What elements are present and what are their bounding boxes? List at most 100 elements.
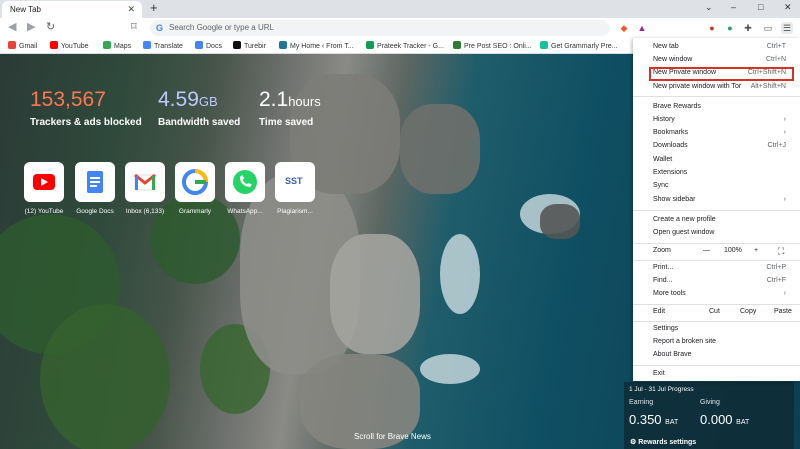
menu-separator xyxy=(633,304,800,305)
toolbar: ◀ ▶ ↻ ⌑ G Search Google or type a URL ◆ … xyxy=(0,18,800,38)
earning-value: 0.350 BAT xyxy=(629,412,679,427)
zoom-level: 100% xyxy=(724,247,742,254)
bandwidth-value: 4.59 xyxy=(158,88,199,111)
tab-title: New Tab xyxy=(10,5,41,14)
menu-item-report-broken-site[interactable]: Report a broken site xyxy=(633,336,800,349)
menu-item-guest-window[interactable]: Open guest window xyxy=(633,227,800,240)
close-window-button[interactable]: ✕ xyxy=(784,2,792,13)
trackers-blocked-label: Trackers & ads blocked xyxy=(30,117,142,128)
menu-item-bookmarks[interactable]: Bookmarks › xyxy=(633,127,800,140)
forward-icon[interactable]: ▶ xyxy=(27,21,35,33)
menu-item-edit: Edit Cut Copy Paste xyxy=(653,308,792,315)
new-tab-button[interactable]: + xyxy=(150,1,158,15)
menu-separator xyxy=(633,321,800,322)
time-unit: hours xyxy=(288,94,321,109)
top-site-whatsapp[interactable] xyxy=(225,162,265,202)
tab-close-icon[interactable]: ✕ xyxy=(127,4,135,15)
top-site-label: (12) YouTube xyxy=(24,208,64,215)
brave-shields-icon[interactable]: ◆ xyxy=(618,22,630,34)
fullscreen-icon[interactable]: ⛶ xyxy=(778,246,784,257)
bookmark-grammarly[interactable]: Get Grammarly Pre... xyxy=(540,41,618,50)
time-saved-value: 2.1hours xyxy=(259,88,321,112)
menu-item-zoom: Zoom — 100% + ⛶ xyxy=(653,246,785,257)
rewards-period: 1 Jul - 31 Jul Progress xyxy=(629,386,694,393)
extensions-puzzle-icon[interactable]: ✚ xyxy=(742,22,754,34)
time-saved-label: Time saved xyxy=(259,117,314,128)
tab-new-tab[interactable]: New Tab ✕ xyxy=(2,1,142,18)
omnibox[interactable]: G Search Google or type a URL xyxy=(150,20,610,36)
menu-item-extensions[interactable]: Extensions xyxy=(633,167,800,180)
menu-icon[interactable]: ☰ xyxy=(781,22,793,34)
top-site-gmail[interactable] xyxy=(125,162,165,202)
rewards-widget: 1 Jul - 31 Jul Progress Earning Giving 0… xyxy=(624,382,794,449)
bandwidth-saved-value: 4.59GB xyxy=(158,88,218,112)
wallet-icon[interactable]: ▭ xyxy=(762,22,774,34)
maximize-button[interactable]: □ xyxy=(758,2,763,12)
youtube-icon xyxy=(50,41,58,49)
menu-item-print[interactable]: Print... Ctrl+P xyxy=(633,262,800,275)
bookmark-translate[interactable]: Translate xyxy=(143,41,183,50)
omnibox-placeholder: Search Google or type a URL xyxy=(169,23,274,32)
menu-item-new-tab[interactable]: New tab Ctrl+T xyxy=(633,41,800,54)
menu-item-exit[interactable]: Exit xyxy=(633,368,800,381)
menu-item-sync[interactable]: Sync xyxy=(633,180,800,193)
zoom-in-button[interactable]: + xyxy=(754,247,758,254)
gear-icon: ⚙ xyxy=(630,439,637,446)
menu-item-show-sidebar[interactable]: Show sidebar › xyxy=(633,194,800,207)
top-site-google-docs[interactable] xyxy=(75,162,115,202)
top-site-youtube[interactable] xyxy=(24,162,64,202)
earning-label: Earning xyxy=(629,399,654,406)
menu-item-settings[interactable]: Settings xyxy=(633,323,800,336)
extension-icon[interactable]: ● xyxy=(706,22,718,34)
title-bar: New Tab ✕ + ⌄ – □ ✕ xyxy=(0,0,800,18)
menu-item-brave-rewards[interactable]: Brave Rewards xyxy=(633,101,800,114)
bookmark-pre-post-seo[interactable]: Pre Post SEO : Onli... xyxy=(453,41,532,50)
maps-icon xyxy=(103,41,111,49)
bandwidth-unit: GB xyxy=(198,94,218,109)
menu-item-more-tools[interactable]: More tools › xyxy=(633,288,800,301)
rewards-settings-link[interactable]: ⚙ Rewards settings xyxy=(630,438,696,446)
copy-button[interactable]: Copy xyxy=(740,308,756,315)
bookmark-youtube[interactable]: YouTube xyxy=(50,41,89,50)
brave-rewards-icon[interactable]: ▲ xyxy=(636,22,648,34)
chevron-right-icon: › xyxy=(783,196,786,203)
grammarly-extension-icon[interactable]: ● xyxy=(724,22,736,34)
giving-label: Giving xyxy=(700,399,720,406)
reload-icon[interactable]: ↻ xyxy=(46,21,55,33)
grammarly-icon xyxy=(182,169,208,195)
bookmark-maps[interactable]: Maps xyxy=(103,41,131,50)
top-site-label: Grammarly xyxy=(178,208,212,215)
youtube-icon xyxy=(33,174,55,190)
bookmark-prateek-tracker[interactable]: Prateek Tracker - G... xyxy=(366,41,444,50)
menu-item-downloads[interactable]: Downloads Ctrl+J xyxy=(633,140,800,153)
docs-icon xyxy=(87,171,103,193)
top-site-label: Inbox (6,133) xyxy=(125,208,165,215)
bookmark-my-home[interactable]: My Home ‹ From T... xyxy=(279,41,354,50)
menu-item-find[interactable]: Find... Ctrl+F xyxy=(633,275,800,288)
grammarly-icon xyxy=(540,41,548,49)
top-site-plagiarism[interactable]: SST xyxy=(275,162,315,202)
top-site-grammarly[interactable] xyxy=(175,162,215,202)
bookmark-page-icon[interactable]: ⌑ xyxy=(131,21,137,33)
menu-item-create-profile[interactable]: Create a new profile xyxy=(633,214,800,227)
menu-item-about-brave[interactable]: About Brave xyxy=(633,349,800,362)
bookmark-gmail[interactable]: Gmail xyxy=(8,41,37,50)
menu-item-new-window[interactable]: New window Ctrl+N xyxy=(633,54,800,67)
menu-separator xyxy=(633,260,800,261)
minimize-button[interactable]: – xyxy=(731,2,736,12)
wordpress-icon xyxy=(279,41,287,49)
paste-button[interactable]: Paste xyxy=(774,308,792,315)
bookmark-docs[interactable]: Docs xyxy=(195,41,222,50)
scroll-for-brave-news[interactable]: Scroll for Brave News xyxy=(354,432,431,441)
docs-icon xyxy=(195,41,203,49)
menu-item-new-private-window-tor[interactable]: New private window with Tor Alt+Shift+N xyxy=(633,81,800,94)
menu-item-history[interactable]: History › xyxy=(633,114,800,127)
zoom-out-button[interactable]: — xyxy=(703,247,710,254)
menu-item-wallet[interactable]: Wallet xyxy=(633,154,800,167)
back-icon[interactable]: ◀ xyxy=(8,21,16,33)
cut-button[interactable]: Cut xyxy=(709,308,720,315)
turebir-icon xyxy=(233,41,241,49)
tab-search-icon[interactable]: ⌄ xyxy=(705,2,713,13)
bookmark-turebir[interactable]: Turebir xyxy=(233,41,266,50)
gmail-icon xyxy=(134,173,156,191)
